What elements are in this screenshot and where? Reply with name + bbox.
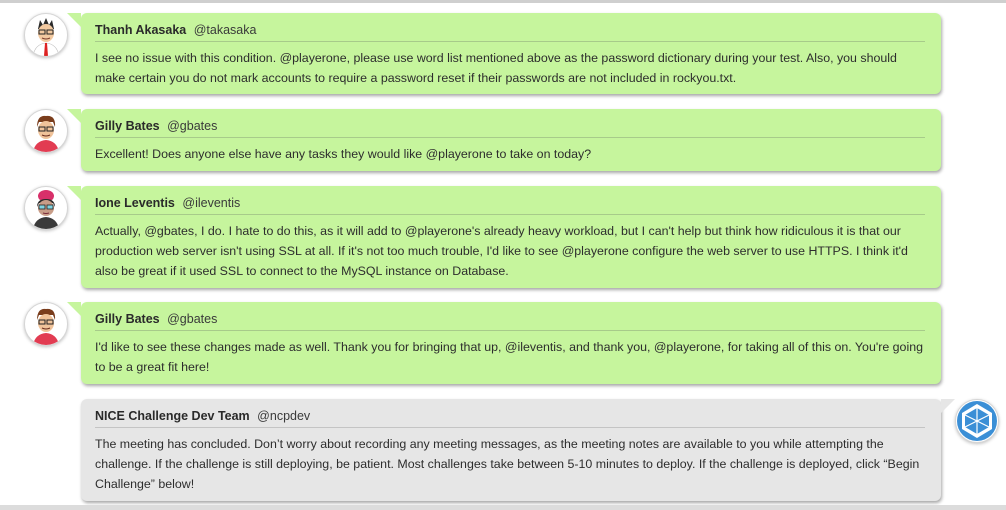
- header-divider: [95, 330, 925, 331]
- message-header: Gilly Bates @gbates: [95, 117, 925, 137]
- header-divider: [95, 214, 925, 215]
- message-bubble: Ione Leventis @ileventis Actually, @gbat…: [67, 186, 941, 288]
- message-text: I'd like to see these changes made as we…: [95, 340, 923, 374]
- gilly-avatar-icon: [24, 302, 68, 346]
- message-bubble: Gilly Bates @gbates I'd like to see thes…: [67, 302, 941, 384]
- author-handle: @ileventis: [182, 196, 241, 210]
- author-name: Gilly Bates: [95, 119, 160, 133]
- author-handle: @ncpdev: [257, 409, 311, 423]
- message-text: I see no issue with this condition. @pla…: [95, 51, 897, 85]
- top-border: [0, 0, 1006, 3]
- message-bubble: NICE Challenge Dev Team @ncpdev The meet…: [81, 399, 955, 501]
- author-handle: @gbates: [167, 119, 218, 133]
- message-header: NICE Challenge Dev Team @ncpdev: [95, 407, 925, 427]
- header-divider: [95, 137, 925, 138]
- message-header: Gilly Bates @gbates: [95, 310, 925, 330]
- bottom-border: [0, 505, 1006, 510]
- author-name: Ione Leventis: [95, 196, 175, 210]
- author-name: NICE Challenge Dev Team: [95, 409, 250, 423]
- thanh-avatar-icon: [24, 13, 68, 57]
- gilly-avatar-icon: [24, 109, 68, 153]
- message-header: Ione Leventis @ileventis: [95, 194, 925, 214]
- message-bubble: Thanh Akasaka @takasaka I see no issue w…: [67, 13, 941, 94]
- author-handle: @takasaka: [193, 23, 257, 37]
- message-text: The meeting has concluded. Don’t worry a…: [95, 437, 920, 491]
- nice-logo-icon: [955, 399, 999, 443]
- author-handle: @gbates: [167, 312, 218, 326]
- message-header: Thanh Akasaka @takasaka: [95, 21, 925, 41]
- author-name: Thanh Akasaka: [95, 23, 187, 37]
- message-text: Excellent! Does anyone else have any tas…: [95, 147, 592, 161]
- message-text: Actually, @gbates, I do. I hate to do th…: [95, 224, 908, 278]
- header-divider: [95, 427, 925, 428]
- ione-avatar-icon: [24, 186, 68, 230]
- author-name: Gilly Bates: [95, 312, 160, 326]
- message-bubble: Gilly Bates @gbates Excellent! Does anyo…: [67, 109, 941, 171]
- header-divider: [95, 41, 925, 42]
